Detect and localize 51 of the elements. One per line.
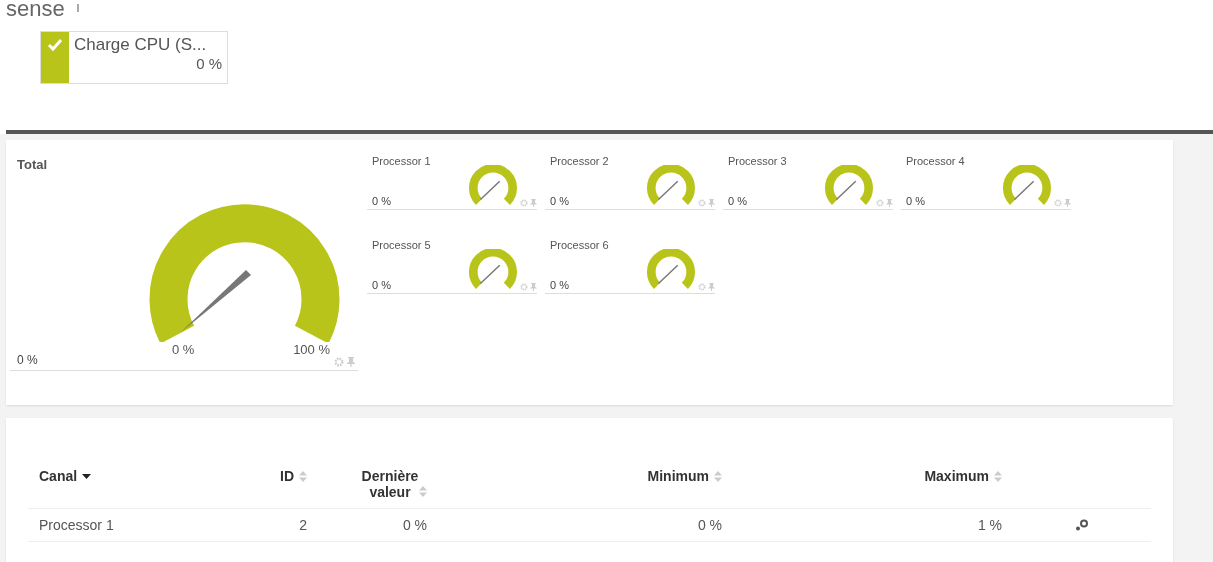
sensor-value: 0 % — [196, 55, 222, 72]
column-header[interactable]: Minimum — [647, 468, 709, 484]
gauge-value: 0 % — [372, 279, 392, 291]
gears-icon[interactable] — [1075, 519, 1089, 531]
gauge-title: Processor 4 — [906, 155, 965, 167]
gauge-title: Processor 3 — [728, 155, 787, 167]
gear-icon[interactable] — [334, 357, 344, 367]
table-cell-text: Processor 1 — [38, 517, 115, 533]
gauge-min-label: 0 % — [172, 342, 195, 357]
gear-icon[interactable] — [520, 283, 528, 291]
column-header[interactable]: Maximum — [924, 468, 989, 484]
pin-icon[interactable] — [708, 283, 715, 291]
gear-icon[interactable] — [698, 199, 706, 207]
table-cell-text: 1 % — [976, 517, 1003, 533]
table-cell-text: 0 % — [401, 517, 428, 533]
sort-icon[interactable] — [994, 471, 1002, 482]
sort-icon[interactable] — [714, 471, 722, 482]
gauge-title: Total — [17, 157, 48, 172]
pin-icon[interactable] — [1064, 199, 1071, 207]
sort-caret-icon[interactable] — [82, 474, 92, 480]
gauge-value: 0 % — [372, 195, 392, 207]
gear-icon[interactable] — [698, 283, 706, 291]
pin-icon[interactable] — [708, 199, 715, 207]
gauge-title: Processor 2 — [550, 155, 609, 167]
caret-icon[interactable] — [74, 4, 81, 12]
gear-icon[interactable] — [876, 199, 884, 207]
gauge-title: Processor 5 — [372, 239, 431, 251]
pin-icon[interactable] — [347, 357, 355, 367]
gauge-value: 0 % — [728, 195, 748, 207]
gear-icon[interactable] — [520, 199, 528, 207]
table-cell-text: 2 — [298, 517, 308, 533]
gauge-value: 0 % — [906, 195, 926, 207]
column-header[interactable]: Canal — [39, 468, 78, 484]
gauge-title: Processor 6 — [550, 239, 609, 251]
gear-icon[interactable] — [1054, 199, 1062, 207]
column-header[interactable]: Dernière valeur — [360, 468, 420, 500]
pin-icon[interactable] — [886, 199, 893, 207]
column-header[interactable]: ID — [280, 468, 294, 484]
gauge-title: Processor 1 — [372, 155, 431, 167]
gauge-value: 0 % — [17, 353, 38, 367]
sort-icon[interactable] — [299, 471, 307, 482]
gauge-max-label: 100 % — [293, 342, 330, 357]
sensor-name: Charge CPU (S... — [74, 35, 208, 55]
pin-icon[interactable] — [530, 283, 537, 291]
pin-icon[interactable] — [530, 199, 537, 207]
sensor-tile[interactable]: Charge CPU (S... 0 % — [40, 31, 228, 84]
gauge-value: 0 % — [550, 279, 570, 291]
page-title: sense — [6, 0, 65, 19]
sort-icon[interactable] — [419, 486, 427, 497]
gauge-value: 0 % — [550, 195, 570, 207]
table-cell-text: 0 % — [696, 517, 723, 533]
